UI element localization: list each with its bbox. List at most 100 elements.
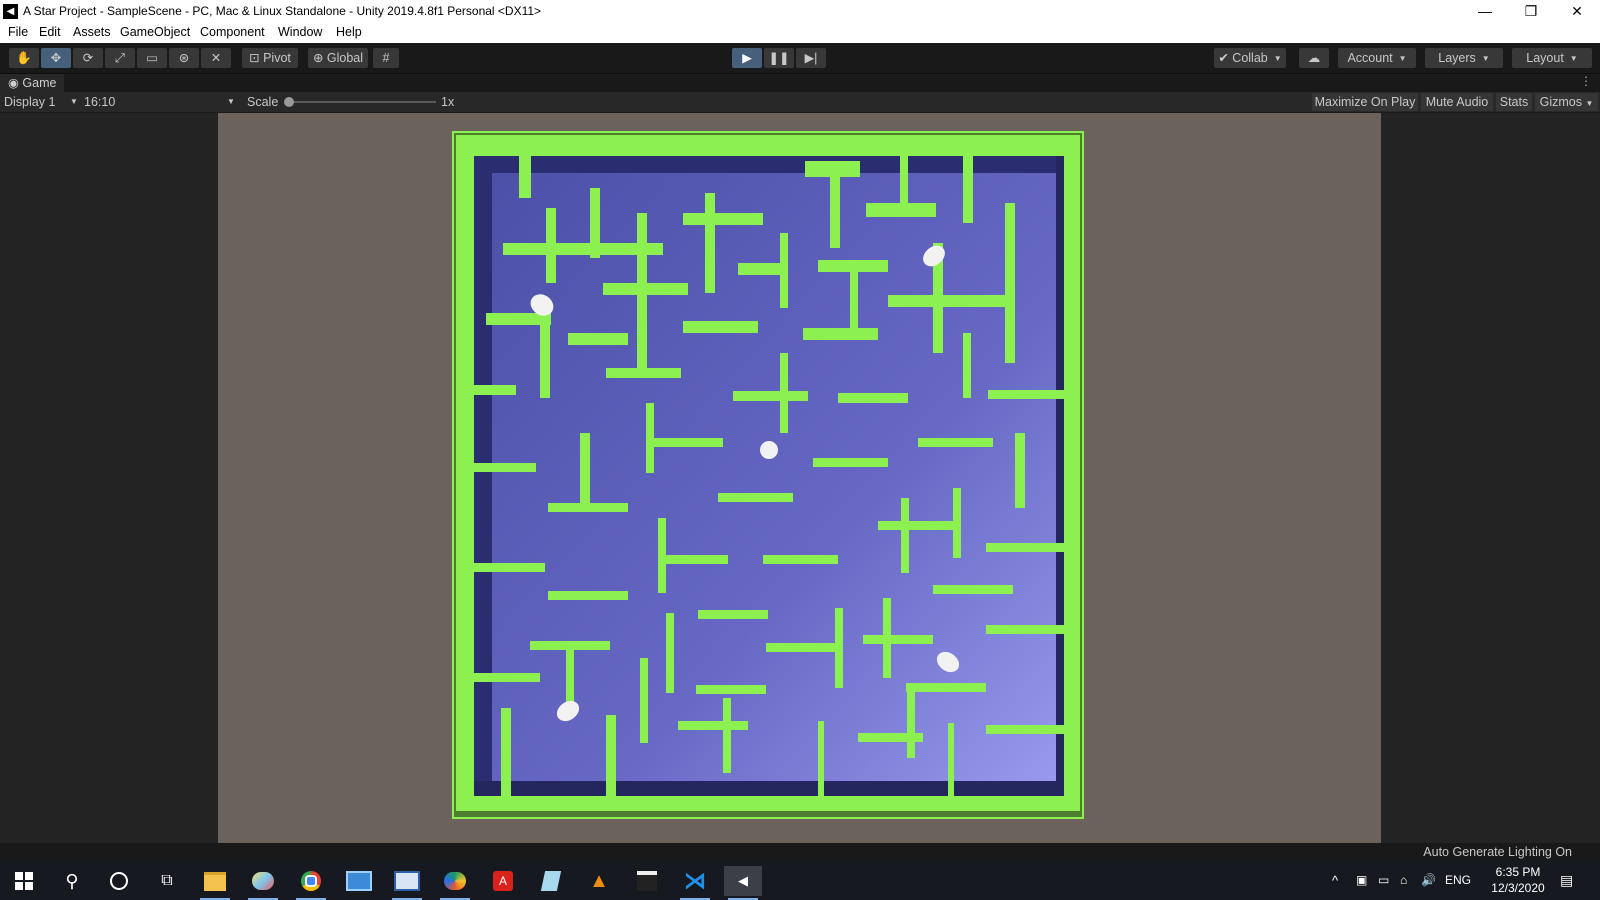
hand-tool-icon[interactable]: ✋ — [9, 48, 39, 68]
maze-wall — [460, 673, 540, 682]
vlc-icon[interactable]: ▲ — [580, 866, 618, 896]
color-app-icon[interactable] — [436, 866, 474, 900]
layers-label: Layers — [1438, 51, 1476, 65]
scale-slider-thumb[interactable] — [284, 97, 294, 107]
window-title: A Star Project - SampleScene - PC, Mac &… — [23, 4, 542, 18]
account-dropdown[interactable]: Account ▼ — [1338, 48, 1416, 68]
layers-dropdown[interactable]: Layers ▼ — [1425, 48, 1503, 68]
collab-dropdown[interactable]: ✔ Collab ▼ — [1214, 48, 1286, 68]
menu-edit[interactable]: Edit — [39, 25, 61, 39]
maximize-on-play-toggle[interactable]: Maximize On Play — [1312, 93, 1418, 111]
clock-time: 6:35 PM — [1495, 865, 1541, 879]
maze-wall — [933, 585, 1013, 594]
tray-chevron-up-icon[interactable]: ^ — [1332, 861, 1338, 900]
windows-start-icon[interactable] — [5, 866, 43, 896]
meet-now-icon[interactable]: ▣ — [1356, 861, 1367, 900]
video-editor-icon[interactable] — [628, 866, 666, 896]
maze-wall — [986, 725, 1066, 734]
unity-app-icon: ◀ — [3, 4, 18, 19]
maze-wall — [948, 723, 954, 803]
battery-icon[interactable]: ▭ — [1378, 861, 1389, 900]
pivot-label: Pivot — [263, 51, 291, 65]
tab-game[interactable]: ◉ Game — [0, 74, 64, 93]
step-button[interactable]: ▶| — [796, 48, 826, 68]
clock[interactable]: 6:35 PM 12/3/2020 — [1488, 864, 1548, 896]
restore-button[interactable]: ❐ — [1508, 0, 1554, 23]
chrome-icon[interactable] — [292, 866, 330, 900]
grid-snap-icon[interactable]: # — [373, 48, 399, 68]
scale-tool-icon[interactable]: ⤢ — [105, 48, 135, 68]
maze-wall — [986, 625, 1066, 634]
unity-icon[interactable]: ◀ — [724, 866, 762, 900]
maze-right-shadow — [1056, 156, 1064, 796]
pause-button[interactable]: ❚❚ — [764, 48, 794, 68]
move-tool-icon[interactable]: ✥ — [41, 48, 71, 68]
maze-wall — [766, 643, 841, 652]
maze-wall — [590, 188, 600, 258]
custom-tool-icon[interactable]: ✕ — [201, 48, 231, 68]
close-button[interactable]: ✕ — [1554, 0, 1600, 23]
language-indicator[interactable]: ENG — [1445, 861, 1471, 900]
aspect-label: 16:10 — [84, 95, 116, 109]
menu-assets[interactable]: Assets — [73, 25, 111, 39]
maze-wall — [501, 708, 511, 798]
menu-file[interactable]: File — [8, 25, 28, 39]
menu-bar: File Edit Assets GameObject Component Wi… — [0, 23, 1600, 43]
maze-wall — [780, 353, 788, 433]
maze-wall — [640, 658, 648, 743]
cortana-icon[interactable] — [100, 866, 138, 896]
maze-wall — [519, 143, 531, 198]
tab-menu-icon[interactable]: ⋮ — [1580, 74, 1592, 88]
control-panel-icon[interactable] — [340, 866, 378, 896]
display-dropdown[interactable]: Display 1 ▼ — [4, 92, 78, 112]
aspect-dropdown[interactable]: 16:10 ▼ — [84, 92, 238, 112]
menu-help[interactable]: Help — [336, 25, 362, 39]
transform-tool-icon[interactable]: ⊛ — [169, 48, 199, 68]
maze-wall — [907, 688, 915, 758]
menu-window[interactable]: Window — [278, 25, 322, 39]
search-icon[interactable]: ⚲ — [53, 866, 91, 896]
play-button[interactable]: ▶ — [732, 48, 762, 68]
rect-tool-icon[interactable]: ▭ — [137, 48, 167, 68]
maze-wall — [653, 438, 723, 447]
display-icon[interactable] — [388, 866, 426, 900]
game-view-controls: Display 1 ▼ 16:10 ▼ Scale 1x Maximize On P… — [0, 92, 1600, 113]
maze-wall — [723, 698, 731, 773]
task-view-icon[interactable]: ⧉ — [148, 866, 186, 896]
volume-icon[interactable]: 🔊 — [1421, 861, 1436, 900]
gizmos-dropdown[interactable]: Gizmos ▼ — [1535, 93, 1598, 111]
rotate-tool-icon[interactable]: ⟳ — [73, 48, 103, 68]
menu-gameobject[interactable]: GameObject — [120, 25, 190, 39]
maze-wall — [456, 385, 516, 395]
maze-wall — [906, 683, 986, 692]
maze-wall — [678, 721, 748, 730]
layout-dropdown[interactable]: Layout ▼ — [1512, 48, 1592, 68]
maze-scene — [452, 131, 1084, 819]
maze-wall — [666, 613, 674, 693]
clock-date: 12/3/2020 — [1491, 881, 1545, 895]
maze-wall — [988, 390, 1068, 399]
file-explorer-icon[interactable] — [196, 866, 234, 900]
minimize-button[interactable]: — — [1462, 0, 1508, 23]
main-toolbar: ✋ ✥ ⟳ ⤢ ▭ ⊛ ✕ ⊡ Pivot ⊕ Global # ▶ ❚❚ ▶|… — [0, 43, 1600, 73]
pivot-toggle-button[interactable]: ⊡ Pivot — [242, 48, 298, 68]
stats-toggle[interactable]: Stats — [1496, 93, 1532, 111]
maze-wall — [456, 463, 536, 472]
vscode-icon[interactable]: ⋊ — [676, 866, 714, 900]
acrobat-icon[interactable]: A — [484, 866, 522, 896]
cloud-icon[interactable]: ☁ — [1299, 48, 1329, 68]
global-toggle-button[interactable]: ⊕ Global — [308, 48, 368, 68]
scale-slider[interactable] — [284, 97, 436, 107]
notepad-icon[interactable] — [532, 866, 570, 896]
network-icon[interactable]: ⌂ — [1400, 861, 1407, 900]
notifications-icon[interactable]: ▤ — [1560, 861, 1573, 900]
menu-component[interactable]: Component — [200, 25, 265, 39]
maze-wall — [705, 193, 715, 293]
game-viewport[interactable] — [0, 113, 1600, 843]
display-label: Display 1 — [4, 95, 56, 109]
mute-audio-toggle[interactable]: Mute Audio — [1421, 93, 1493, 111]
paint-icon[interactable] — [244, 866, 282, 900]
maze-wall — [850, 263, 858, 333]
game-render-area[interactable] — [218, 113, 1381, 843]
chevron-down-icon: ▼ — [1398, 53, 1407, 63]
